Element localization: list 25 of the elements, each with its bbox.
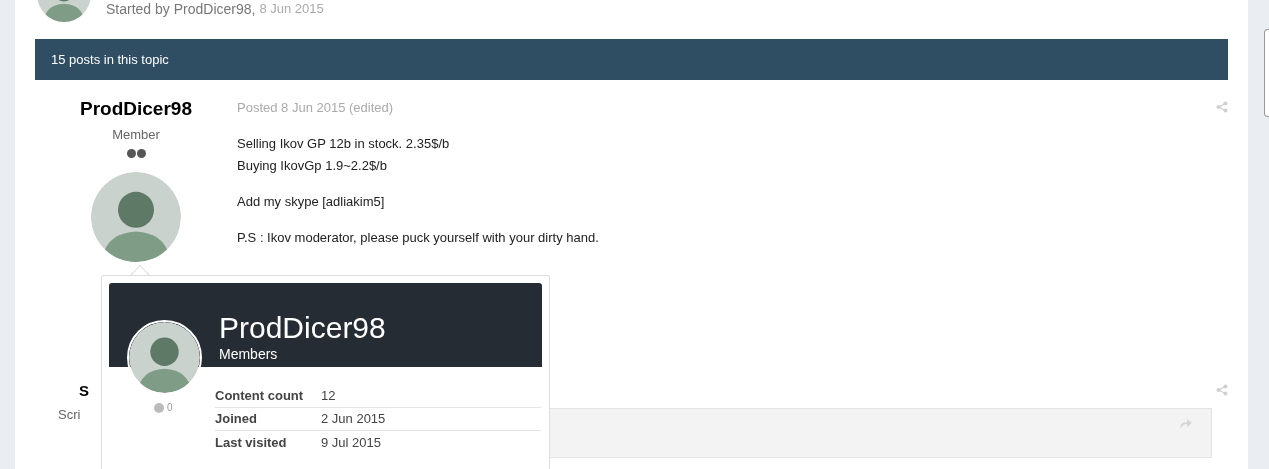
stat-label: Joined [215,410,258,429]
member-rank: Member [112,126,160,144]
stat-value: 9 Jul 2015 [321,433,381,452]
topic-date: 8 Jun 2015 [259,1,324,17]
rank-pips-icon [126,148,146,158]
post-text: Add my skype [adliakim5] [237,192,386,211]
member-rank: Scri [58,406,81,424]
avatar[interactable] [129,322,200,393]
stat-label: Last visited [215,433,288,452]
share-icon[interactable] [1216,101,1228,113]
stat-value: 2 Jun 2015 [321,410,386,429]
topic-starter: Started by ProdDicer98, [106,1,256,17]
stat-value: 12 [321,387,336,406]
post-date: Posted 8 Jun 2015 (edited) [237,99,394,117]
stat-label: Content count [215,387,305,406]
post-text: Buying IkovGp 1.9~2.2$/b [237,156,388,175]
profile-name[interactable]: ProdDicer98 [219,311,542,345]
author-name[interactable]: ProdDicer98 [80,97,192,121]
author-name[interactable]: S [79,382,89,400]
reputation-badge: 0 [154,400,173,415]
share-icon[interactable] [1216,384,1228,396]
member-group: Members [219,346,542,362]
posts-count: 15 posts in this topic [51,50,169,69]
post-text: P.S : Ikov moderator, please puck yourself with your dirty hand. [237,228,600,247]
post-text: Selling Ikov GP 12b in stock. 2.35$/b [237,134,451,153]
